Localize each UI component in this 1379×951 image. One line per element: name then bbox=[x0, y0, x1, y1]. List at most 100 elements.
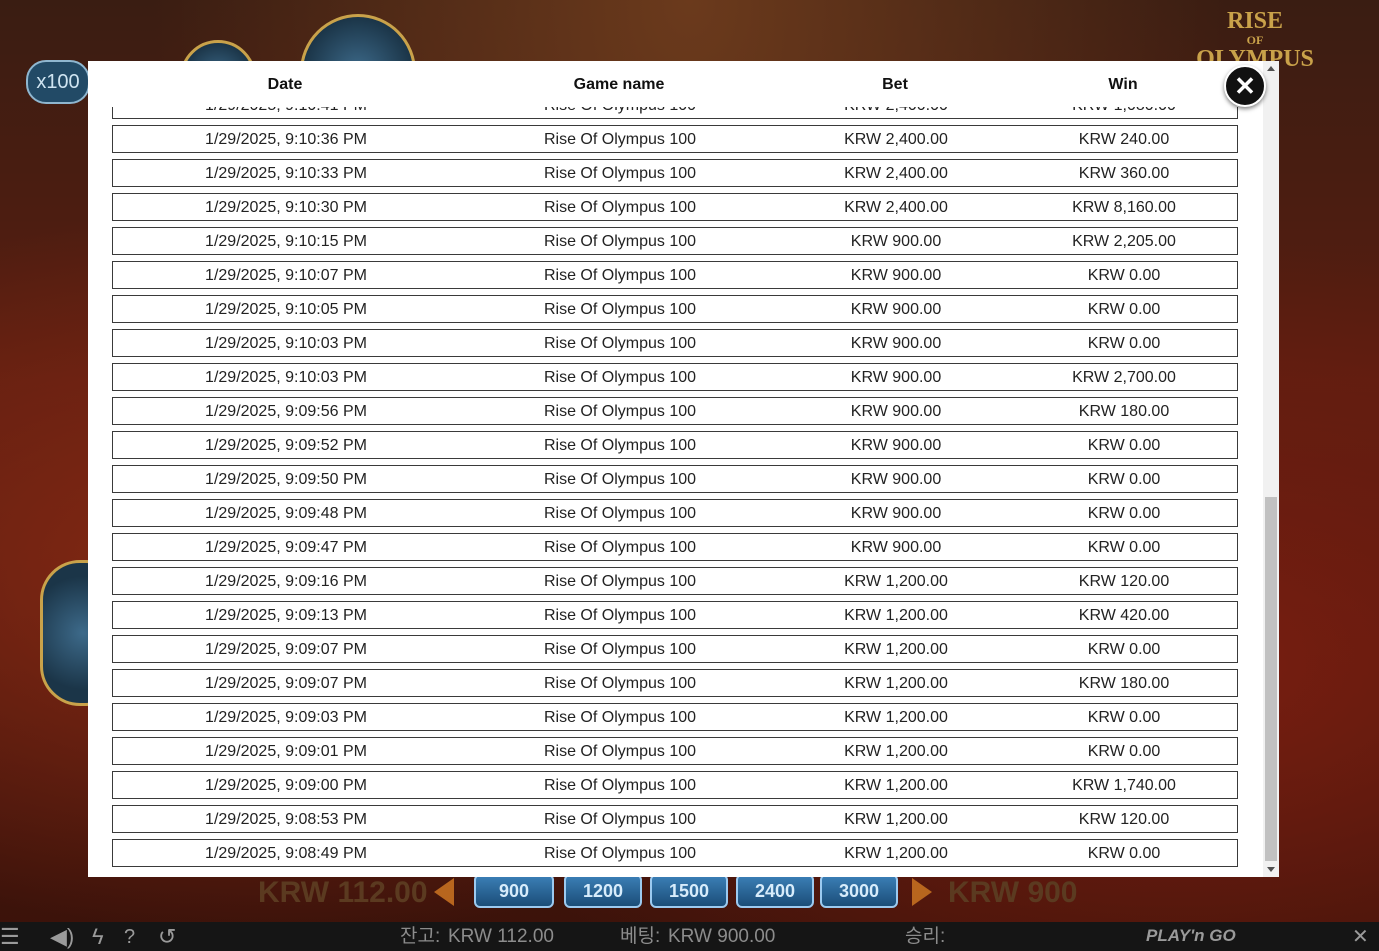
row-game-name: Rise Of Olympus 100 bbox=[543, 777, 697, 794]
row-bet: KRW 900.00 bbox=[850, 369, 942, 386]
row-date: 1/29/2025, 9:09:48 PM bbox=[205, 505, 367, 522]
row-date: 1/29/2025, 9:09:03 PM bbox=[205, 709, 367, 726]
balance-value: KRW 112.00 bbox=[448, 926, 554, 947]
history-rows: 1/29/2025, 9:10:41 PM Rise Of Olympus 100… bbox=[112, 107, 1238, 873]
table-row: 1/29/2025, 9:10:03 PM Rise Of Olympus 100… bbox=[112, 329, 1238, 357]
bet-display: KRW 900 bbox=[948, 876, 1078, 909]
bet-chip[interactable]: 3000 bbox=[820, 874, 898, 908]
row-win: KRW 240.00 bbox=[1078, 131, 1170, 148]
column-header-game: Game name bbox=[573, 76, 665, 93]
table-row: 1/29/2025, 9:10:03 PM Rise Of Olympus 100… bbox=[112, 363, 1238, 391]
win-label: 승리: bbox=[905, 926, 946, 947]
row-bet: KRW 1,200.00 bbox=[844, 777, 948, 794]
table-row: 1/29/2025, 9:09:07 PM Rise Of Olympus 100… bbox=[112, 669, 1238, 697]
bet-value: KRW 900.00 bbox=[668, 926, 776, 947]
row-game-name: Rise Of Olympus 100 bbox=[543, 845, 697, 862]
row-date: 1/29/2025, 9:09:01 PM bbox=[205, 743, 367, 760]
row-bet: KRW 2,400.00 bbox=[844, 131, 948, 148]
row-game-name: Rise Of Olympus 100 bbox=[543, 709, 697, 726]
row-game-name: Rise Of Olympus 100 bbox=[543, 437, 697, 454]
row-win: KRW 2,700.00 bbox=[1072, 369, 1176, 386]
row-date: 1/29/2025, 9:09:07 PM bbox=[205, 641, 367, 658]
row-bet: KRW 900.00 bbox=[850, 403, 942, 420]
row-game-name: Rise Of Olympus 100 bbox=[543, 743, 697, 760]
row-game-name: Rise Of Olympus 100 bbox=[543, 335, 697, 352]
row-win: KRW 0.00 bbox=[1087, 471, 1161, 488]
row-win: KRW 0.00 bbox=[1087, 743, 1161, 760]
table-row: 1/29/2025, 9:08:49 PM Rise Of Olympus 100… bbox=[112, 839, 1238, 867]
bet-chip[interactable]: 2400 bbox=[736, 874, 814, 908]
row-bet: KRW 900.00 bbox=[850, 471, 942, 488]
scroll-up-icon[interactable] bbox=[1267, 66, 1275, 71]
menu-icon[interactable]: ☰ bbox=[0, 924, 20, 950]
logo-line: OF bbox=[1246, 33, 1264, 47]
row-date: 1/29/2025, 9:09:13 PM bbox=[205, 607, 367, 624]
history-list[interactable]: 1/29/2025, 9:10:41 PM Rise Of Olympus 100… bbox=[88, 107, 1263, 877]
help-icon[interactable]: ? bbox=[124, 924, 135, 950]
row-bet: KRW 900.00 bbox=[850, 539, 942, 556]
row-game-name: Rise Of Olympus 100 bbox=[543, 471, 697, 488]
fullscreen-icon[interactable]: ✕ bbox=[1352, 924, 1369, 950]
table-row: 1/29/2025, 9:09:50 PM Rise Of Olympus 100… bbox=[112, 465, 1238, 493]
row-win: KRW 0.00 bbox=[1087, 505, 1161, 522]
bet-chip[interactable]: 900 bbox=[474, 874, 554, 908]
row-date: 1/29/2025, 9:10:05 PM bbox=[205, 301, 367, 318]
table-row: 1/29/2025, 9:09:07 PM Rise Of Olympus 100… bbox=[112, 635, 1238, 663]
row-game-name: Rise Of Olympus 100 bbox=[543, 369, 697, 386]
row-game-name: Rise Of Olympus 100 bbox=[543, 199, 697, 216]
row-game-name: Rise Of Olympus 100 bbox=[543, 573, 697, 590]
row-bet: KRW 2,400.00 bbox=[844, 199, 948, 216]
row-win: KRW 180.00 bbox=[1078, 403, 1170, 420]
scrollbar-thumb[interactable] bbox=[1265, 497, 1277, 861]
row-win: KRW 8,160.00 bbox=[1072, 199, 1176, 216]
row-date: 1/29/2025, 9:08:53 PM bbox=[205, 811, 367, 828]
row-win: KRW 420.00 bbox=[1078, 607, 1170, 624]
row-date: 1/29/2025, 9:10:03 PM bbox=[205, 335, 367, 352]
table-row: 1/29/2025, 9:10:41 PM Rise Of Olympus 100… bbox=[112, 107, 1238, 119]
scroll-down-icon[interactable] bbox=[1267, 867, 1275, 872]
column-header-win: Win bbox=[1108, 76, 1138, 93]
balance-label: 잔고: bbox=[400, 926, 441, 947]
bet-chip[interactable]: 1500 bbox=[650, 874, 728, 908]
table-row: 1/29/2025, 9:10:07 PM Rise Of Olympus 100… bbox=[112, 261, 1238, 289]
stake-decrease-icon[interactable] bbox=[434, 878, 454, 906]
table-row: 1/29/2025, 9:09:16 PM Rise Of Olympus 100… bbox=[112, 567, 1238, 595]
row-date: 1/29/2025, 9:10:03 PM bbox=[205, 369, 367, 386]
table-row: 1/29/2025, 9:09:01 PM Rise Of Olympus 100… bbox=[112, 737, 1238, 765]
table-row: 1/29/2025, 9:09:00 PM Rise Of Olympus 100… bbox=[112, 771, 1238, 799]
row-bet: KRW 1,200.00 bbox=[844, 573, 948, 590]
stake-increase-icon[interactable] bbox=[912, 878, 932, 906]
row-win: KRW 120.00 bbox=[1078, 811, 1170, 828]
column-header-bet: Bet bbox=[882, 76, 908, 93]
row-bet: KRW 1,200.00 bbox=[844, 709, 948, 726]
table-row: 1/29/2025, 9:09:47 PM Rise Of Olympus 100… bbox=[112, 533, 1238, 561]
row-game-name: Rise Of Olympus 100 bbox=[543, 403, 697, 420]
sound-icon[interactable]: ◀) bbox=[50, 924, 74, 950]
row-win: KRW 2,205.00 bbox=[1072, 233, 1176, 250]
row-game-name: Rise Of Olympus 100 bbox=[543, 233, 697, 250]
row-date: 1/29/2025, 9:09:07 PM bbox=[205, 675, 367, 692]
row-bet: KRW 900.00 bbox=[850, 233, 942, 250]
bet-chip[interactable]: 1200 bbox=[564, 874, 642, 908]
row-game-name: Rise Of Olympus 100 bbox=[543, 267, 697, 284]
row-bet: KRW 2,400.00 bbox=[844, 165, 948, 182]
row-win: KRW 360.00 bbox=[1078, 165, 1170, 182]
history-icon[interactable]: ↺ bbox=[158, 924, 176, 950]
row-bet: KRW 900.00 bbox=[850, 505, 942, 522]
row-date: 1/29/2025, 9:09:47 PM bbox=[205, 539, 367, 556]
row-win: KRW 0.00 bbox=[1087, 641, 1161, 658]
table-row: 1/29/2025, 9:10:33 PM Rise Of Olympus 100… bbox=[112, 159, 1238, 187]
brand-logo: PLAY'n GO bbox=[1146, 926, 1236, 945]
row-win: KRW 0.00 bbox=[1087, 539, 1161, 556]
scrollbar[interactable] bbox=[1263, 61, 1279, 877]
table-row: 1/29/2025, 9:10:30 PM Rise Of Olympus 100… bbox=[112, 193, 1238, 221]
row-date: 1/29/2025, 9:10:41 PM bbox=[205, 107, 367, 115]
row-bet: KRW 900.00 bbox=[850, 437, 942, 454]
table-row: 1/29/2025, 9:09:48 PM Rise Of Olympus 100… bbox=[112, 499, 1238, 527]
row-game-name: Rise Of Olympus 100 bbox=[544, 107, 696, 115]
row-bet: KRW 1,200.00 bbox=[844, 607, 948, 624]
lightning-icon[interactable]: ϟ bbox=[92, 924, 104, 950]
close-icon[interactable]: ✕ bbox=[1224, 65, 1266, 107]
row-bet: KRW 900.00 bbox=[850, 335, 942, 352]
history-modal: Date Game name Bet Win 1/29/2025, 9:10:4… bbox=[88, 61, 1279, 877]
